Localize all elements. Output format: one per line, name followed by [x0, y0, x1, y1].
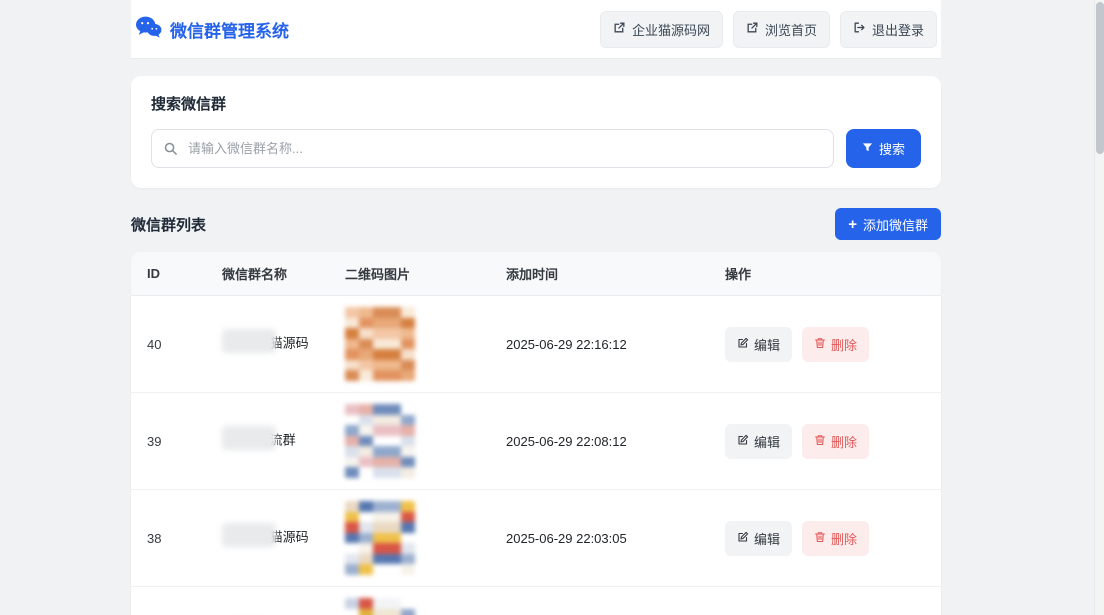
trash-icon — [814, 434, 826, 449]
row-id: 39 — [147, 434, 222, 449]
edit-icon — [737, 434, 749, 449]
censored-blur — [222, 329, 276, 353]
nav-label: 企业猫源码网 — [632, 20, 710, 39]
trash-icon — [814, 337, 826, 352]
page-title: 微信群管理系统 — [170, 17, 289, 42]
logout-icon — [853, 21, 866, 37]
scrollbar[interactable] — [1094, 0, 1104, 615]
col-added: 添加时间 — [506, 264, 725, 283]
external-link-icon — [746, 21, 759, 37]
search-button-label: 搜索 — [879, 139, 905, 158]
row-added-time: 2025-06-29 22:08:12 — [506, 434, 725, 449]
qr-code-image — [345, 501, 415, 575]
row-qr-cell — [345, 501, 506, 575]
trash-icon — [814, 531, 826, 546]
table-row: 40 猫源码 2025-06-29 22:16:12 编辑 — [131, 296, 941, 393]
table-row: 37 小分群 2025-06-29 22:02:40 编辑 — [131, 587, 941, 615]
col-id: ID — [147, 266, 222, 281]
search-panel-title: 搜索微信群 — [151, 93, 921, 114]
list-title: 微信群列表 — [131, 214, 206, 235]
page-container: 微信群管理系统 企业猫源码网 浏览首页 — [131, 0, 941, 615]
edit-button[interactable]: 编辑 — [725, 327, 792, 362]
col-qr: 二维码图片 — [345, 264, 506, 283]
external-link-icon — [613, 21, 626, 37]
header-nav: 企业猫源码网 浏览首页 退出登录 — [600, 11, 937, 48]
nav-home-button[interactable]: 浏览首页 — [733, 11, 830, 48]
nav-source-site-button[interactable]: 企业猫源码网 — [600, 11, 723, 48]
edit-label: 编辑 — [754, 432, 780, 451]
list-bar: 微信群列表 + 添加微信群 — [131, 208, 941, 240]
delete-button[interactable]: 删除 — [802, 424, 869, 459]
row-actions: 编辑 删除 — [725, 424, 925, 459]
row-actions: 编辑 删除 — [725, 327, 925, 362]
search-panel: 搜索微信群 搜索 — [131, 76, 941, 188]
table-header-row: ID 微信群名称 二维码图片 添加时间 操作 — [131, 252, 941, 296]
row-qr-cell — [345, 307, 506, 381]
censored-blur — [222, 426, 276, 450]
nav-label: 退出登录 — [872, 20, 924, 39]
group-table: ID 微信群名称 二维码图片 添加时间 操作 40 猫源码 2025-06-29… — [131, 252, 941, 615]
edit-label: 编辑 — [754, 335, 780, 354]
table-body: 40 猫源码 2025-06-29 22:16:12 编辑 — [131, 296, 941, 615]
table-row: 38 猫源码 2025-06-29 22:03:05 编辑 — [131, 490, 941, 587]
censored-blur — [222, 523, 276, 547]
row-group-name: 猫源码 — [222, 526, 345, 550]
edit-label: 编辑 — [754, 529, 780, 548]
brand: 微信群管理系统 — [135, 15, 289, 44]
header: 微信群管理系统 企业猫源码网 浏览首页 — [131, 0, 941, 59]
edit-button[interactable]: 编辑 — [725, 521, 792, 556]
edit-icon — [737, 337, 749, 352]
search-button[interactable]: 搜索 — [846, 129, 921, 168]
row-qr-cell — [345, 404, 506, 478]
search-box — [151, 129, 834, 168]
row-actions: 编辑 删除 — [725, 521, 925, 556]
row-added-time: 2025-06-29 22:03:05 — [506, 531, 725, 546]
add-group-button[interactable]: + 添加微信群 — [835, 208, 941, 240]
row-added-time: 2025-06-29 22:16:12 — [506, 337, 725, 352]
edit-button[interactable]: 编辑 — [725, 424, 792, 459]
delete-button[interactable]: 删除 — [802, 521, 869, 556]
qr-code-image — [345, 598, 415, 615]
qr-code-image — [345, 404, 415, 478]
nav-label: 浏览首页 — [765, 20, 817, 39]
row-group-name: 流群 — [222, 429, 345, 453]
filter-icon — [862, 141, 873, 156]
logout-button[interactable]: 退出登录 — [840, 11, 937, 48]
col-name: 微信群名称 — [222, 264, 345, 283]
plus-icon: + — [848, 217, 857, 232]
scrollbar-thumb[interactable] — [1096, 2, 1104, 154]
table-row: 39 流群 2025-06-29 22:08:12 编辑 — [131, 393, 941, 490]
row-qr-cell — [345, 598, 506, 615]
search-input[interactable] — [151, 129, 834, 168]
edit-icon — [737, 531, 749, 546]
row-id: 38 — [147, 531, 222, 546]
row-group-name: 猫源码 — [222, 332, 345, 356]
wechat-logo-icon — [135, 15, 162, 44]
qr-code-image — [345, 307, 415, 381]
col-actions: 操作 — [725, 264, 925, 283]
add-group-label: 添加微信群 — [863, 215, 928, 234]
delete-button[interactable]: 删除 — [802, 327, 869, 362]
delete-label: 删除 — [831, 335, 857, 354]
delete-label: 删除 — [831, 432, 857, 451]
row-id: 40 — [147, 337, 222, 352]
delete-label: 删除 — [831, 529, 857, 548]
